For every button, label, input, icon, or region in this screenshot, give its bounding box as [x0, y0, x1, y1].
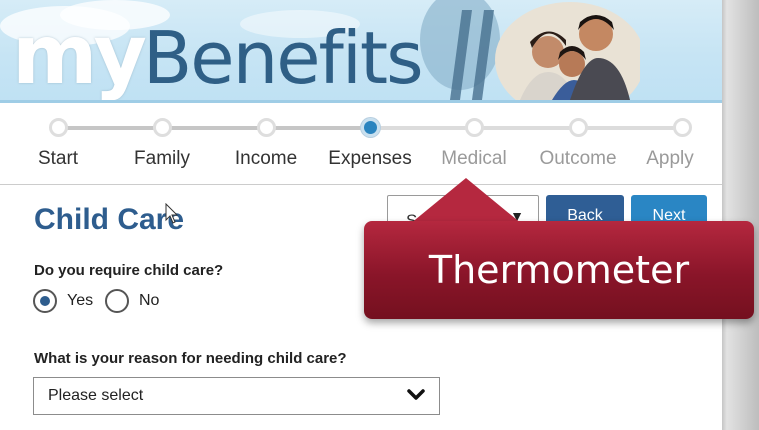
step-label: Outcome: [539, 148, 617, 169]
step-dot: [465, 118, 484, 137]
step-label: Expenses: [328, 148, 412, 169]
step-dot: [49, 118, 68, 137]
step-dot: [673, 118, 692, 137]
step-label: Apply: [646, 148, 694, 169]
thermometer-callout: Thermometer: [364, 221, 754, 319]
chevron-down-icon: [407, 389, 425, 400]
logo-benefits: Benefits: [142, 16, 424, 100]
window-side-frame: [721, 0, 759, 430]
cursor-arrow-icon: [165, 203, 179, 224]
step-label: Family: [134, 148, 190, 169]
radio-yes-label: Yes: [67, 292, 94, 309]
page: myBenefits Start Family Income Expenses …: [0, 0, 722, 430]
radio-no[interactable]: [105, 289, 129, 313]
header-banner: myBenefits: [0, 0, 722, 103]
reason-select-value: Please select: [48, 387, 144, 404]
page-title: Child Care: [34, 203, 185, 236]
callout-pointer: [410, 178, 522, 224]
logo-my: my: [12, 8, 147, 103]
question-reason-label: What is your reason for needing child ca…: [34, 350, 347, 367]
radio-yes[interactable]: [33, 289, 57, 313]
mybenefits-logo: myBenefits: [12, 6, 424, 103]
radio-selected-dot: [40, 296, 50, 306]
step-dot: [153, 118, 172, 137]
callout-text: Thermometer: [428, 248, 690, 292]
reason-select[interactable]: Please select: [33, 377, 440, 415]
step-dot: [257, 118, 276, 137]
divider: [0, 184, 722, 185]
family-photo: [420, 0, 640, 100]
step-label: Income: [234, 148, 298, 169]
progress-stepper: Start Family Income Expenses Medical Out…: [0, 103, 722, 185]
step-dot-current: [361, 118, 380, 137]
step-label: Medical: [441, 148, 507, 169]
question-child-care-label: Do you require child care?: [34, 262, 224, 279]
step-label: Start: [37, 148, 79, 169]
radio-no-label: No: [139, 292, 160, 309]
stepper-track-progress: [58, 126, 370, 130]
step-dot: [569, 118, 588, 137]
